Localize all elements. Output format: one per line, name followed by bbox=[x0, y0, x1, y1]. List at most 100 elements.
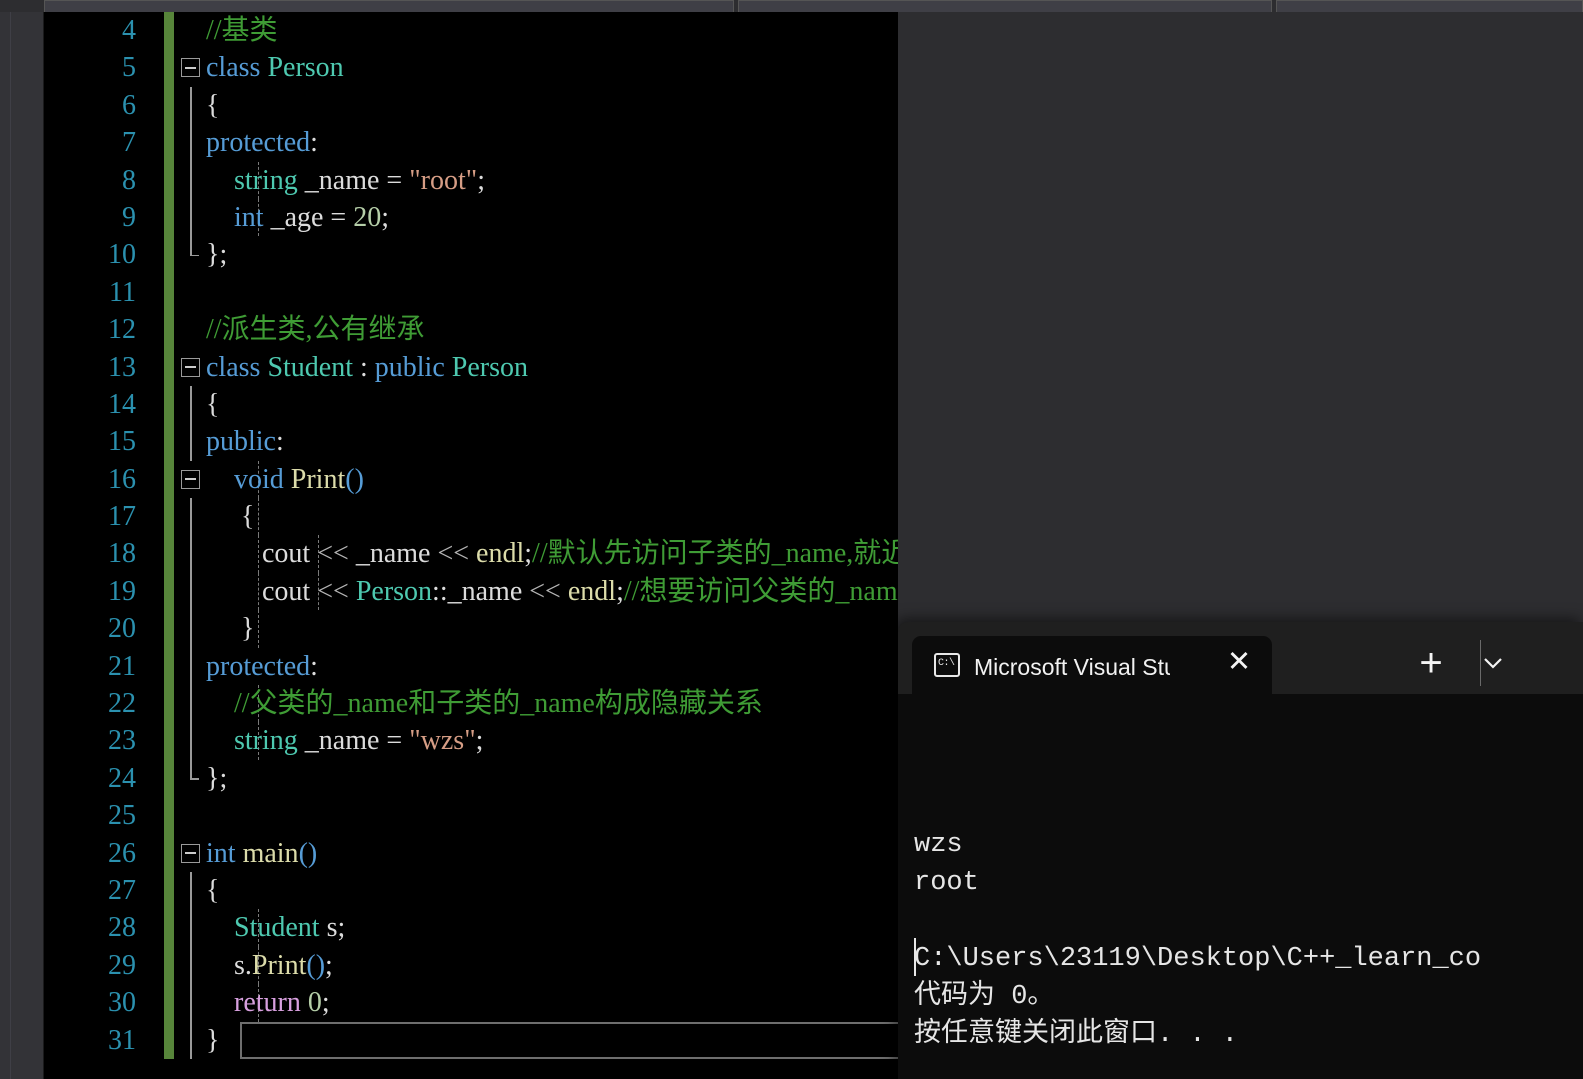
outlining-column[interactable] bbox=[178, 423, 204, 461]
code-line[interactable]: 25 bbox=[44, 797, 898, 835]
change-bar bbox=[164, 86, 174, 125]
code-line[interactable]: 15 public: bbox=[44, 423, 898, 461]
terminal-output[interactable]: wzs root C:\Users\23119\Desktop\C++_learn_… bbox=[898, 694, 1583, 1079]
code-line[interactable]: 7 protected: bbox=[44, 124, 898, 162]
code-text: class Person bbox=[206, 49, 344, 86]
code-line[interactable]: 17 { bbox=[44, 498, 898, 536]
code-line[interactable]: 23 string _name = "wzs"; bbox=[44, 722, 898, 760]
line-number: 10 bbox=[108, 239, 136, 271]
outlining-column[interactable] bbox=[178, 572, 204, 611]
outlining-column[interactable] bbox=[178, 124, 204, 162]
outlining-column[interactable] bbox=[178, 871, 204, 910]
code-line[interactable]: 8 string _name = "root"; bbox=[44, 161, 898, 199]
code-token: //派生类,公有继承 bbox=[206, 314, 425, 346]
line-number: 26 bbox=[108, 837, 136, 869]
code-text: //基类 bbox=[206, 12, 278, 49]
outlining-column[interactable] bbox=[178, 722, 204, 760]
code-line[interactable]: 30 return 0; bbox=[44, 984, 898, 1022]
outlining-column[interactable] bbox=[178, 835, 204, 872]
line-number: 20 bbox=[108, 613, 136, 645]
code-text: }; bbox=[206, 236, 227, 273]
outlining-column[interactable] bbox=[178, 535, 204, 573]
outlining-column[interactable] bbox=[178, 198, 204, 237]
close-icon[interactable]: ✕ bbox=[1222, 647, 1256, 681]
code-line[interactable]: 19 cout << Person::_name << endl;//想要访问父… bbox=[44, 572, 898, 611]
code-token: s; bbox=[319, 912, 346, 944]
editor-tab-2[interactable] bbox=[738, 0, 1272, 12]
code-line[interactable]: 14 { bbox=[44, 385, 898, 424]
code-token: ::_name bbox=[432, 575, 530, 607]
code-line[interactable]: 12 //派生类,公有继承 bbox=[44, 311, 898, 349]
editor-tab-1[interactable] bbox=[44, 0, 734, 12]
code-token: () bbox=[306, 949, 326, 981]
chevron-down-icon[interactable] bbox=[1473, 646, 1513, 686]
code-line[interactable]: 16 void Print() bbox=[44, 460, 898, 499]
outlining-column[interactable] bbox=[178, 797, 204, 834]
line-number: 8 bbox=[122, 164, 136, 196]
terminal-tab[interactable]: C:\ Microsoft Visual Studio 调试挖 bbox=[912, 636, 1272, 694]
editor-tab-strip[interactable] bbox=[0, 0, 1583, 12]
code-line[interactable]: 27 { bbox=[44, 871, 898, 910]
line-number: 16 bbox=[108, 463, 136, 495]
line-number: 22 bbox=[108, 688, 136, 720]
code-line[interactable]: 26 int main() bbox=[44, 834, 898, 872]
editor-tab-3[interactable] bbox=[1276, 0, 1583, 12]
code-line[interactable]: 22 //父类的_name和子类的_name构成隐藏关系 bbox=[44, 685, 898, 723]
outlining-column[interactable] bbox=[178, 274, 204, 311]
code-line[interactable]: 29 s.Print(); bbox=[44, 946, 898, 985]
code-line[interactable]: 6{ bbox=[44, 86, 898, 125]
outlining-column[interactable] bbox=[178, 385, 204, 424]
new-tab-icon[interactable]: + bbox=[1411, 643, 1451, 684]
code-line[interactable]: 9 int _age = 20; bbox=[44, 198, 898, 237]
line-number: 28 bbox=[108, 912, 136, 944]
outlining-bracket-line bbox=[190, 647, 192, 686]
code-token: ; bbox=[475, 725, 484, 757]
code-token: { bbox=[206, 388, 220, 420]
code-line[interactable]: 11 bbox=[44, 273, 898, 312]
code-line[interactable]: 18 cout << _name << endl;//默认先访问子类的_name… bbox=[44, 535, 898, 573]
code-token: : bbox=[353, 351, 375, 383]
outlining-column[interactable] bbox=[178, 12, 204, 49]
line-number: 29 bbox=[108, 949, 136, 981]
editor-indicator-margin[interactable] bbox=[0, 12, 44, 1079]
debug-console-window[interactable]: C:\ Microsoft Visual Studio 调试挖 ✕ + wzs r… bbox=[898, 622, 1583, 1079]
change-bar bbox=[164, 647, 174, 686]
outlining-column[interactable] bbox=[178, 311, 204, 348]
code-line[interactable]: 13 class Student : public Person bbox=[44, 348, 898, 386]
collapse-minus-icon[interactable] bbox=[181, 58, 200, 78]
outlining-column[interactable] bbox=[178, 161, 204, 199]
outlining-column[interactable] bbox=[178, 647, 204, 686]
outlining-column[interactable] bbox=[178, 909, 204, 947]
outlining-column[interactable] bbox=[178, 685, 204, 723]
outlining-column[interactable] bbox=[178, 498, 204, 536]
outlining-column[interactable] bbox=[178, 86, 204, 125]
margin-divider bbox=[10, 12, 11, 1079]
code-line[interactable]: 5 class Person bbox=[44, 49, 898, 87]
code-line[interactable]: 31} bbox=[44, 1021, 898, 1059]
collapse-minus-icon[interactable] bbox=[181, 843, 200, 863]
outlining-column[interactable] bbox=[178, 984, 204, 1022]
code-line[interactable]: 20 } bbox=[44, 610, 898, 648]
code-line[interactable]: 4 //基类 bbox=[44, 12, 898, 50]
code-line[interactable]: 21 protected: bbox=[44, 647, 898, 686]
outlining-column[interactable] bbox=[178, 946, 204, 985]
change-bar bbox=[164, 909, 174, 947]
outlining-column[interactable] bbox=[178, 759, 204, 797]
collapse-minus-icon[interactable] bbox=[181, 357, 200, 377]
outlining-column[interactable] bbox=[178, 1021, 204, 1059]
code-editor[interactable]: 4//基类 5 class Person 6{7 protected: 8 string … bbox=[44, 12, 898, 1079]
code-line[interactable]: 24}; bbox=[44, 759, 898, 798]
code-line[interactable]: 10}; bbox=[44, 236, 898, 274]
terminal-title-bar[interactable]: C:\ Microsoft Visual Studio 调试挖 ✕ + bbox=[898, 622, 1583, 694]
collapse-minus-icon[interactable] bbox=[181, 469, 200, 489]
outlining-column[interactable] bbox=[178, 236, 204, 273]
code-text: } bbox=[206, 1022, 219, 1059]
code-line[interactable]: 28 Student s; bbox=[44, 909, 898, 947]
outlining-column[interactable] bbox=[178, 461, 204, 498]
outlining-column[interactable] bbox=[178, 49, 204, 86]
outlining-column[interactable] bbox=[178, 610, 204, 648]
outlining-column[interactable] bbox=[178, 349, 204, 386]
